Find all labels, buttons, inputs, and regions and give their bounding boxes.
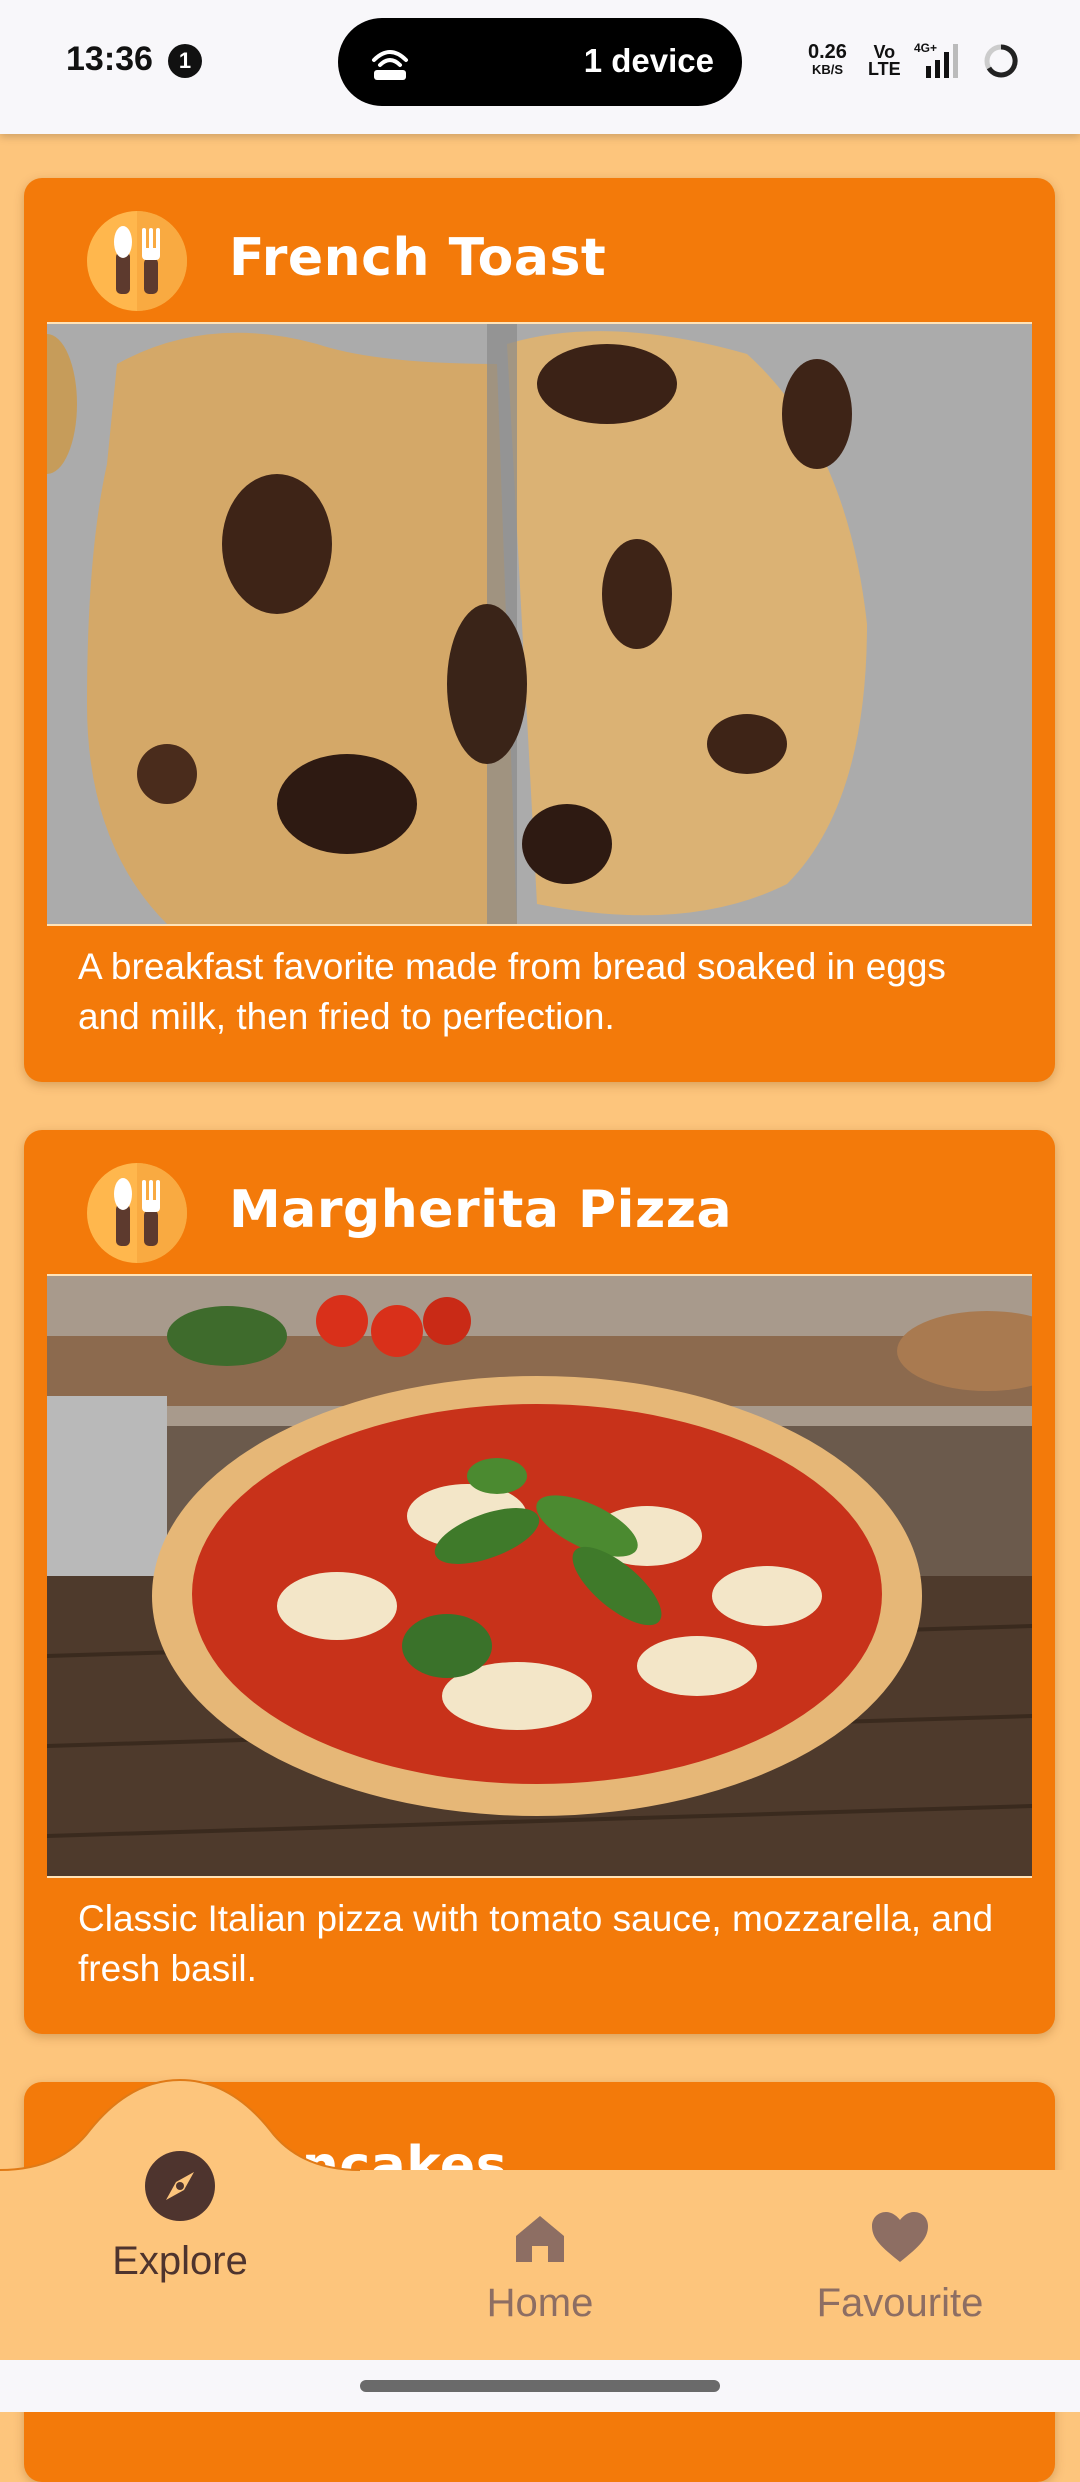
network-speed: 0.26 KB/S bbox=[808, 41, 847, 78]
volte-indicator: Vo LTE bbox=[868, 43, 901, 79]
network-speed-unit: KB/S bbox=[811, 62, 843, 77]
recipe-photo bbox=[47, 322, 1032, 926]
recipe-description: A breakfast favorite made from bread soa… bbox=[78, 946, 946, 1037]
home-icon bbox=[516, 2216, 564, 2262]
nav-home-label: Home bbox=[486, 2281, 594, 2325]
nav-explore[interactable]: Explore bbox=[80, 2150, 280, 2284]
notification-count-badge: 1 bbox=[168, 44, 202, 78]
nav-explore-label: Explore bbox=[112, 2239, 248, 2283]
status-time: 13:36 bbox=[66, 40, 153, 78]
volte-bottom: LTE bbox=[868, 59, 901, 79]
network-type-label: 4G+ bbox=[914, 41, 937, 55]
utensils-icon bbox=[87, 1163, 187, 1263]
recipe-title: Margherita Pizza bbox=[229, 1180, 733, 1240]
status-bar: 13:36 1 1 device 0.26 KB/S Vo LTE 4G+ bbox=[0, 0, 1080, 134]
heart-icon bbox=[872, 2212, 928, 2262]
home-gesture-handle[interactable] bbox=[360, 2380, 720, 2392]
recipe-photo bbox=[47, 1274, 1032, 1878]
nav-home[interactable]: Home bbox=[440, 2210, 640, 2326]
bottom-navigation: Explore Home Favourite bbox=[0, 2020, 1080, 2360]
hotspot-device-count: 1 device bbox=[583, 42, 714, 79]
network-speed-value: 0.26 bbox=[808, 41, 847, 63]
utensils-icon bbox=[87, 211, 187, 311]
recipe-description: Classic Italian pizza with tomato sauce,… bbox=[78, 1898, 994, 1989]
battery-icon bbox=[984, 44, 1018, 78]
hotspot-icon bbox=[372, 50, 408, 80]
hotspot-pill[interactable]: 1 device bbox=[338, 18, 742, 106]
gesture-navigation-bar bbox=[0, 2360, 1080, 2412]
nav-favourite[interactable]: Favourite bbox=[790, 2210, 1010, 2326]
compass-icon bbox=[145, 2151, 215, 2221]
signal-strength-icon: 4G+ bbox=[914, 41, 958, 78]
recipe-card[interactable]: Margherita Pizza Classic Italian pizza w… bbox=[24, 1130, 1055, 2034]
nav-favourite-label: Favourite bbox=[816, 2281, 984, 2325]
recipe-title: French Toast bbox=[229, 228, 607, 288]
recipe-card[interactable]: French Toast A breakfast favorite made f… bbox=[24, 178, 1055, 1082]
